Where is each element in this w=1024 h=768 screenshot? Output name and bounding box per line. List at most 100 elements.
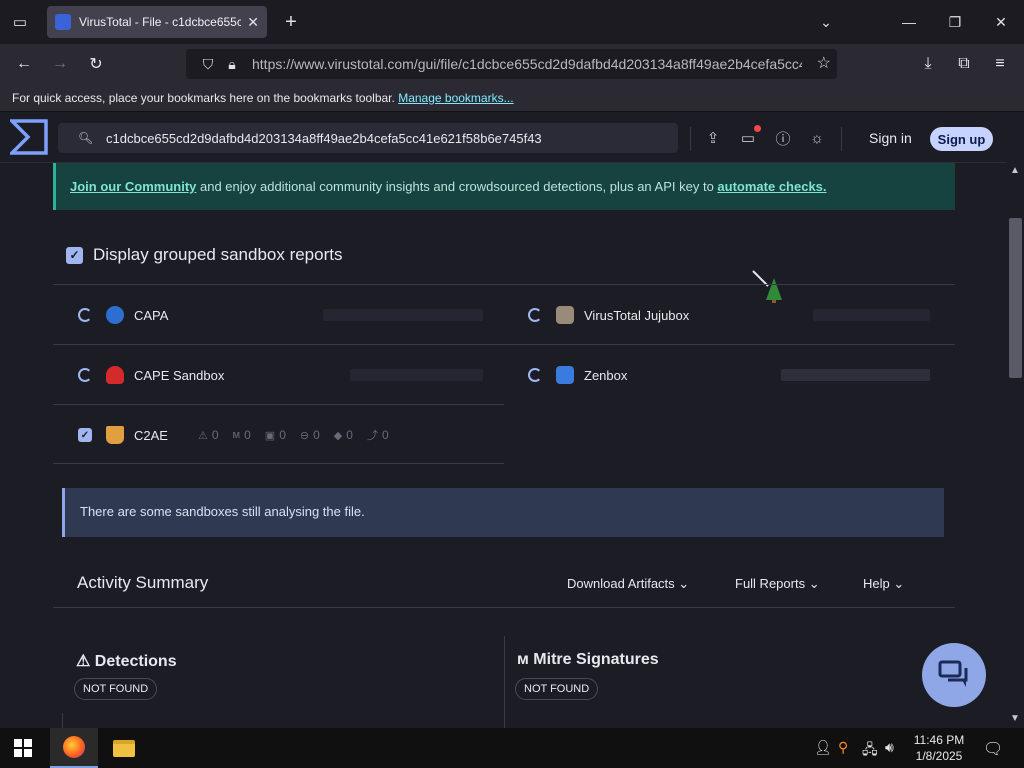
- url-text[interactable]: https://www.virustotal.com/gui/file/c1dc…: [252, 56, 802, 72]
- stat-processes: ▣ 0: [264, 428, 286, 442]
- restore-icon[interactable]: ❐: [943, 10, 967, 34]
- c2ae-logo-icon: [106, 426, 124, 444]
- firefox-taskbar-button[interactable]: [50, 728, 98, 768]
- extensions-icon[interactable]: ⧉: [952, 52, 976, 76]
- sandbox-name: VirusTotal Jujubox: [584, 307, 690, 323]
- mitre-title: ᴍ Mitre Signatures: [517, 651, 659, 668]
- sandbox-name: C2AE: [134, 427, 168, 443]
- sandbox-grid: CAPA VirusTotal Jujubox CAPE Sandbox Zen…: [53, 284, 955, 464]
- forward-icon[interactable]: →: [48, 52, 72, 76]
- checkbox-checked-icon[interactable]: ✓: [66, 246, 83, 264]
- network-tray-icon[interactable]: 🖧︎: [862, 739, 878, 763]
- search-tray-icon[interactable]: ⚲: [838, 739, 848, 756]
- capa-logo-icon: [106, 306, 124, 324]
- bookmark-star-icon[interactable]: ☆: [817, 53, 831, 73]
- sign-up-button[interactable]: Sign up: [930, 127, 993, 151]
- bookmarks-hint: For quick access, place your bookmarks h…: [12, 91, 395, 105]
- taskbar-clock[interactable]: 11:46 PM 1/8/2025: [906, 732, 972, 764]
- detections-title: ⚠ Detections: [76, 653, 177, 670]
- windows-taskbar: 👤︎ ⚲ 🖧︎ 🔊︎ 11:46 PM 1/8/2025 🗨︎: [0, 728, 1024, 768]
- jujubox-logo-icon: [556, 306, 574, 324]
- stat-network: ⊖ 0: [299, 428, 320, 442]
- volume-icon[interactable]: 🔊︎: [885, 739, 894, 756]
- sandbox-row: ✓ C2AE ⚠ 0 ᴍ0 ▣ 0 ⊖ 0 ◆ 0 ⤴ 0: [53, 404, 504, 464]
- column-divider: [504, 636, 505, 728]
- grouped-sandbox-toggle[interactable]: ✓ Display grouped sandbox reports: [66, 245, 342, 265]
- sandbox-c2ae[interactable]: ✓ C2AE ⚠ 0 ᴍ0 ▣ 0 ⊖ 0 ◆ 0 ⤴ 0: [78, 405, 389, 465]
- notification-center-icon[interactable]: 🗨︎: [983, 739, 1003, 759]
- mitre-icon: ᴍ: [517, 651, 529, 668]
- download-icon[interactable]: ⤓: [916, 52, 940, 76]
- file-explorer-taskbar-button[interactable]: [100, 728, 148, 768]
- manage-bookmarks-link[interactable]: Manage bookmarks...: [398, 91, 513, 105]
- minimize-icon[interactable]: —: [897, 10, 921, 34]
- theme-toggle-icon[interactable]: ☼: [806, 127, 828, 149]
- activity-summary-title: Activity Summary: [77, 573, 209, 592]
- loading-spinner-icon: [78, 368, 92, 382]
- loading-placeholder: [781, 369, 930, 381]
- browser-tab[interactable]: VirusTotal - File - c1dcbce655cd2d9dafbd…: [47, 6, 267, 38]
- automate-checks-link[interactable]: automate checks.: [717, 179, 826, 194]
- scroll-down-icon[interactable]: ▼: [1010, 713, 1020, 724]
- chat-icon: [938, 660, 968, 687]
- loading-spinner-icon: [528, 368, 542, 382]
- divider: [841, 127, 842, 151]
- search-bar[interactable]: 🔍︎ c1dcbce655cd2d9dafbd4d203134a8ff49ae2…: [58, 123, 678, 153]
- chevron-down-icon[interactable]: ⌄: [814, 10, 838, 34]
- main-content: Join our Community and enjoy additional …: [0, 163, 1007, 728]
- virustotal-logo-icon[interactable]: [10, 119, 48, 155]
- sandbox-capa[interactable]: CAPA: [78, 285, 168, 345]
- stat-mitre: ᴍ0: [232, 428, 251, 442]
- column-divider: [62, 713, 63, 728]
- tab-list-icon[interactable]: ▭: [8, 10, 32, 34]
- bookmarks-toolbar: For quick access, place your bookmarks h…: [0, 84, 1024, 112]
- activity-summary-header: Activity Summary Download Artifacts ⌄ Fu…: [53, 556, 955, 608]
- firefox-icon: [63, 736, 85, 758]
- upload-icon[interactable]: ⇪: [702, 127, 724, 149]
- sandbox-name: CAPE Sandbox: [134, 367, 225, 383]
- search-input[interactable]: c1dcbce655cd2d9dafbd4d203134a8ff49ae2b4c…: [106, 131, 542, 146]
- registry-icon: ◆: [333, 429, 343, 442]
- loading-placeholder: [323, 309, 483, 321]
- clock-date: 1/8/2025: [915, 749, 963, 763]
- chevron-down-icon: ⌄: [893, 576, 905, 591]
- clock-time: 11:46 PM: [913, 733, 965, 747]
- help-dropdown[interactable]: Help ⌄: [863, 576, 904, 592]
- chat-button[interactable]: [922, 643, 986, 707]
- scroll-thumb[interactable]: [1009, 218, 1022, 378]
- divider: [690, 127, 691, 151]
- checkbox-checked-icon[interactable]: ✓: [78, 428, 92, 442]
- page-scrollbar[interactable]: ▲ ▼: [1007, 163, 1024, 728]
- sandbox-zenbox[interactable]: Zenbox: [528, 345, 627, 405]
- loading-placeholder: [813, 309, 930, 321]
- new-tab-icon[interactable]: +: [280, 10, 302, 34]
- menu-icon[interactable]: ≡: [988, 52, 1012, 76]
- sandbox-name: Zenbox: [584, 367, 628, 383]
- detections-status-badge: NOT FOUND: [74, 678, 158, 700]
- stat-registry: ◆ 0: [333, 428, 353, 442]
- sandbox-cape[interactable]: CAPE Sandbox: [78, 345, 224, 405]
- back-icon[interactable]: ←: [12, 52, 36, 76]
- close-window-icon[interactable]: ✕: [989, 10, 1013, 34]
- join-community-link[interactable]: Join our Community: [70, 179, 196, 194]
- help-icon[interactable]: ⓘ: [772, 127, 794, 149]
- stat-files: ⤴ 0: [366, 428, 389, 442]
- community-banner: Join our Community and enjoy additional …: [53, 163, 955, 210]
- sign-in-link[interactable]: Sign in: [869, 130, 912, 146]
- full-reports-dropdown[interactable]: Full Reports ⌄: [735, 576, 820, 592]
- scroll-up-icon[interactable]: ▲: [1010, 165, 1020, 176]
- user-tray-icon[interactable]: 👤︎: [814, 739, 832, 756]
- notification-dot: [754, 125, 761, 132]
- shield-icon[interactable]: ⛉: [196, 56, 220, 73]
- search-icon: 🔍︎: [78, 131, 94, 145]
- download-artifacts-dropdown[interactable]: Download Artifacts ⌄: [567, 576, 689, 592]
- windows-start-icon[interactable]: [14, 739, 32, 757]
- close-tab-icon[interactable]: ✕: [247, 14, 259, 31]
- url-bar[interactable]: ⛉ 🔒︎ https://www.virustotal.com/gui/file…: [186, 49, 837, 79]
- sandbox-jujubox[interactable]: VirusTotal Jujubox: [528, 285, 689, 345]
- folder-icon: [113, 739, 135, 757]
- loading-placeholder: [350, 369, 483, 381]
- lock-icon[interactable]: 🔒︎: [220, 56, 244, 73]
- reload-icon[interactable]: ↻: [84, 52, 108, 76]
- notifications-icon[interactable]: ▭: [737, 125, 761, 149]
